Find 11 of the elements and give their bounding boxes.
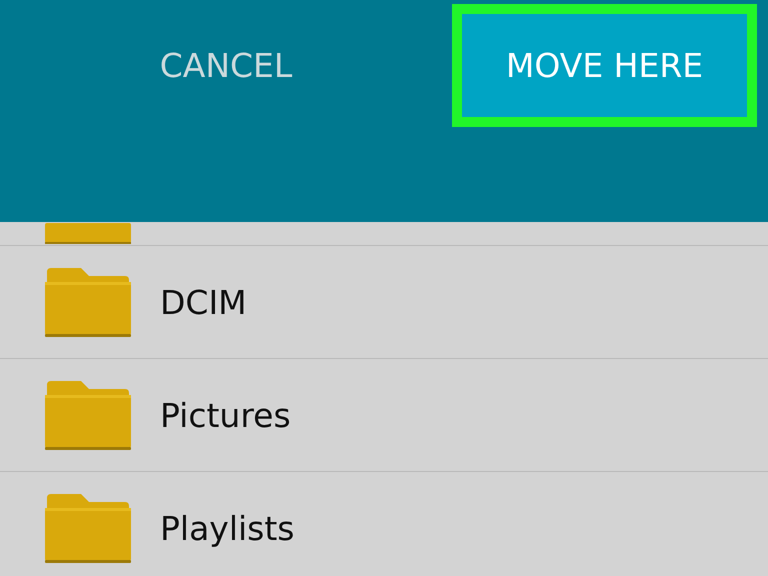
folder-name: Pictures — [160, 396, 291, 434]
folder-icon — [45, 266, 131, 338]
folder-name: DCIM — [160, 282, 247, 322]
cancel-button[interactable]: CANCEL — [0, 4, 452, 127]
folder-row[interactable]: Playlists — [0, 472, 768, 576]
folder-name: Playlists — [160, 508, 294, 548]
folder-row[interactable]: DCIM — [0, 246, 768, 359]
folder-row[interactable]: Pictures — [0, 359, 768, 472]
folder-icon — [45, 223, 131, 245]
folder-icon — [45, 492, 131, 564]
folder-icon — [45, 379, 131, 451]
